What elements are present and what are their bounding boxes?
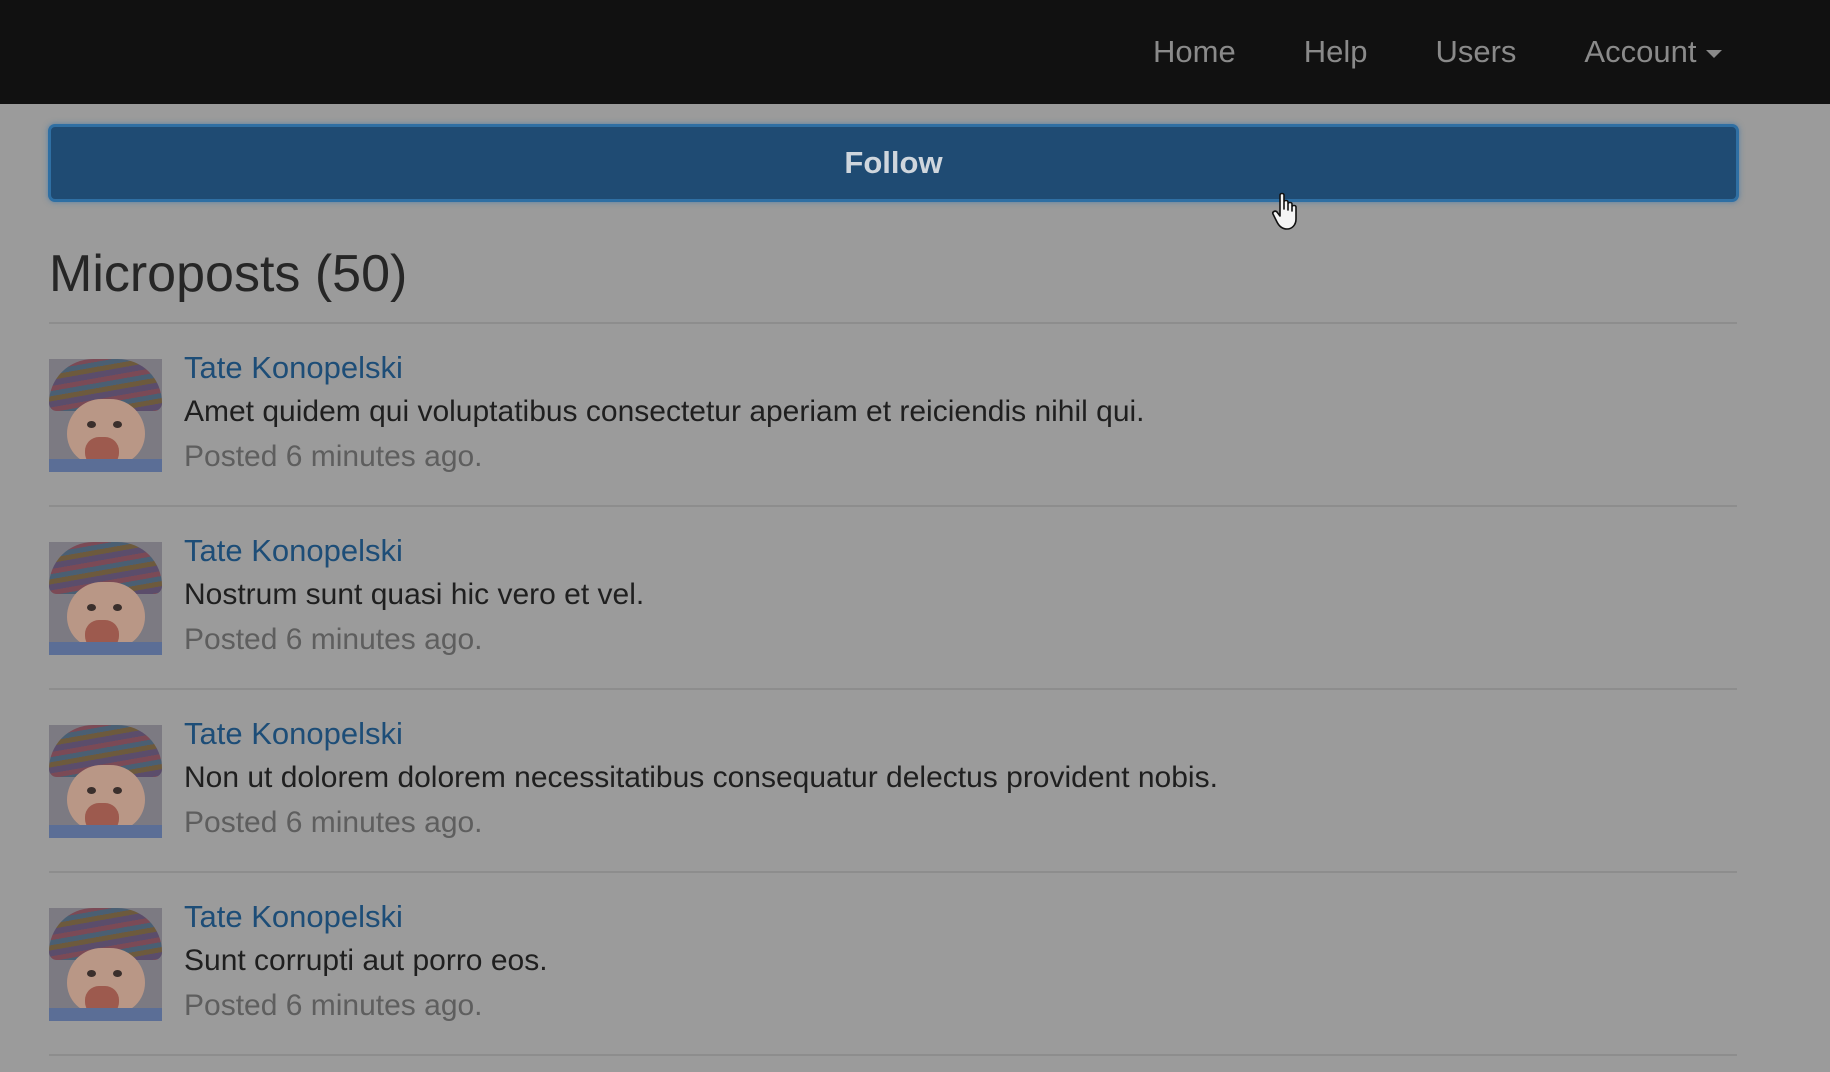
nav-users-link[interactable]: Users bbox=[1401, 0, 1550, 104]
nav-help-link[interactable]: Help bbox=[1270, 0, 1402, 104]
micropost-item: Tate Konopelski Amet quidem qui voluptat… bbox=[49, 324, 1737, 507]
user-avatar[interactable] bbox=[49, 725, 162, 838]
follow-button[interactable]: Follow bbox=[48, 124, 1739, 202]
post-content: Non ut dolorem dolorem necessitatibus co… bbox=[184, 761, 1218, 794]
microposts-heading: Microposts (50) bbox=[49, 245, 408, 303]
post-timestamp: Posted 6 minutes ago. bbox=[184, 989, 483, 1022]
micropost-item: Tate Konopelski Non ut dolorem dolorem n… bbox=[49, 690, 1737, 873]
post-user-link[interactable]: Tate Konopelski bbox=[184, 350, 403, 386]
user-avatar[interactable] bbox=[49, 542, 162, 655]
post-timestamp: Posted 6 minutes ago. bbox=[184, 806, 483, 839]
micropost-item: Tate Konopelski Sunt corrupti aut porro … bbox=[49, 873, 1737, 1056]
post-user-link[interactable]: Tate Konopelski bbox=[184, 899, 403, 935]
microposts-list: Tate Konopelski Amet quidem qui voluptat… bbox=[49, 324, 1737, 1056]
post-timestamp: Posted 6 minutes ago. bbox=[184, 440, 483, 473]
nav-account-dropdown[interactable]: Account bbox=[1550, 0, 1756, 104]
post-content: Nostrum sunt quasi hic vero et vel. bbox=[184, 578, 645, 611]
page: Home Help Users Account Follow Micropost… bbox=[0, 0, 1830, 1072]
user-avatar[interactable] bbox=[49, 359, 162, 472]
caret-down-icon bbox=[1706, 50, 1723, 58]
post-timestamp: Posted 6 minutes ago. bbox=[184, 623, 483, 656]
nav-account-label: Account bbox=[1584, 34, 1697, 69]
post-content: Amet quidem qui voluptatibus consectetur… bbox=[184, 395, 1145, 428]
post-user-link[interactable]: Tate Konopelski bbox=[184, 716, 403, 752]
post-content: Sunt corrupti aut porro eos. bbox=[184, 944, 548, 977]
nav-home-link[interactable]: Home bbox=[1131, 0, 1270, 104]
micropost-item: Tate Konopelski Nostrum sunt quasi hic v… bbox=[49, 507, 1737, 690]
user-avatar[interactable] bbox=[49, 908, 162, 1021]
hand-pointer-cursor-icon bbox=[1272, 192, 1297, 230]
post-user-link[interactable]: Tate Konopelski bbox=[184, 533, 403, 569]
top-navbar: Home Help Users Account bbox=[0, 0, 1830, 104]
nav-links: Home Help Users Account bbox=[1131, 0, 1756, 104]
